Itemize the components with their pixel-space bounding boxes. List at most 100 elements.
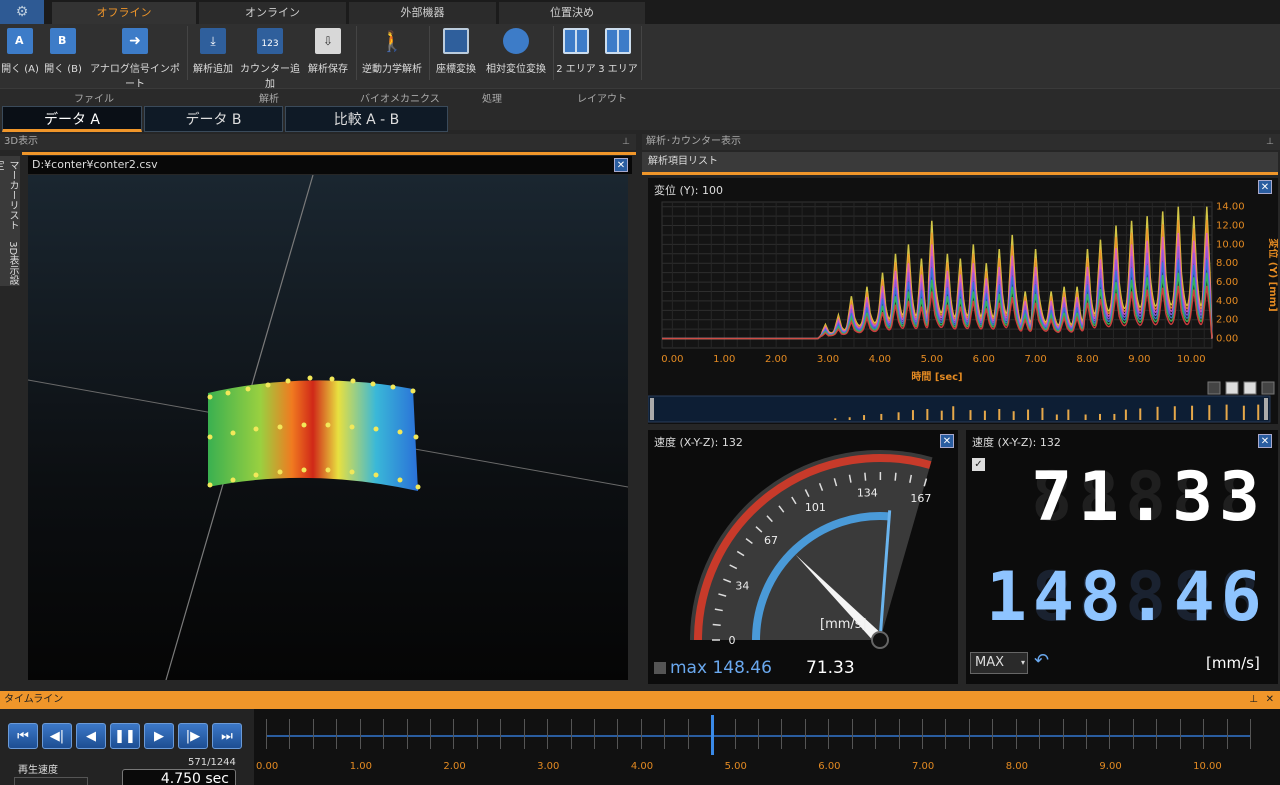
add-counter-label: カウンター追加: [240, 64, 300, 90]
list-header[interactable]: 解析項目リスト: [642, 152, 1278, 172]
viewport-3d[interactable]: [28, 175, 628, 680]
tab-compare-a-b[interactable]: 比較 A - B: [285, 106, 448, 132]
timeline-tick: [383, 719, 385, 749]
x-tick-label: 9.00: [1128, 354, 1150, 365]
add-counter-button[interactable]: 123 カウンター追加: [238, 24, 302, 90]
tab-external-devices[interactable]: 外部機器: [349, 2, 497, 24]
relative-disp-label: 相対変位変換: [486, 64, 546, 75]
three-area-icon: [605, 28, 631, 54]
undo-icon[interactable]: ↶: [1034, 650, 1049, 671]
y-tick-label: 14.00: [1216, 202, 1245, 213]
close-digital-icon[interactable]: ✕: [1258, 434, 1272, 448]
tab-offline[interactable]: オフライン: [52, 2, 197, 24]
step-back-icon[interactable]: ◀|: [42, 723, 72, 749]
tab-online[interactable]: オンライン: [199, 2, 347, 24]
gauge-tick: [712, 623, 721, 626]
two-area-icon: [563, 28, 589, 54]
close-3d-icon[interactable]: ✕: [614, 158, 628, 172]
timeline-tick: [968, 719, 970, 749]
pin-icon[interactable]: ⊥: [1266, 134, 1274, 150]
layout-2area-button[interactable]: 2 エリア: [556, 24, 596, 75]
close-gauge-icon[interactable]: ✕: [940, 434, 954, 448]
mode-select[interactable]: MAX ▾: [970, 652, 1028, 674]
timeline-tick: [992, 719, 994, 749]
area2-label: 2 エリア: [556, 64, 596, 75]
play-icon[interactable]: ▶: [144, 723, 174, 749]
timeline-tick: [781, 719, 783, 749]
analog-import-button[interactable]: ➜ アナログ信号インポート: [86, 24, 184, 90]
skip-to-end-icon[interactable]: ⏭: [212, 723, 242, 749]
side-tab-marker-list[interactable]: マーカーリスト: [7, 160, 18, 230]
x-tick-label: 2.00: [765, 354, 787, 365]
timeline-tick: [476, 719, 478, 749]
timeline-tick: [523, 719, 525, 749]
digital-header: 速度 (X-Y-Z): 132: [972, 436, 1061, 449]
close-timeline-icon[interactable]: ✕: [1266, 691, 1274, 709]
tab-positioning[interactable]: 位置決め: [499, 2, 646, 24]
timeline-tick: [640, 719, 642, 749]
timeline-tick: [1203, 719, 1205, 749]
timeline-tick-label: 0.00: [256, 761, 279, 772]
coord-transform-label: 座標変換: [436, 64, 476, 75]
save-analysis-button[interactable]: ⇩ 解析保存: [304, 24, 352, 75]
analog-import-label: アナログ信号インポート: [90, 64, 180, 90]
y-tick-label: 12.00: [1216, 221, 1245, 232]
save-analysis-label: 解析保存: [308, 64, 348, 75]
timeline-tick: [664, 719, 666, 749]
panel-3d-header: 3D表示 ⊥: [0, 134, 636, 150]
time-display[interactable]: 4.750 sec: [122, 769, 236, 785]
timeline-track[interactable]: 0.00 1.00 2.00 3.00 4.00 5.00 6.00 7.00 8.00 9.00…: [254, 709, 1280, 785]
speed-select[interactable]: [14, 777, 88, 785]
mode-select-value: MAX: [975, 655, 1005, 670]
x-tick-label: 0.00: [661, 354, 683, 365]
x-tick-label: 8.00: [1076, 354, 1098, 365]
timeline-playhead[interactable]: [711, 715, 715, 755]
timeline-tick: [1039, 719, 1041, 749]
skip-to-start-icon[interactable]: ⏮: [8, 723, 38, 749]
max-checkbox[interactable]: [654, 662, 666, 674]
gauge-header: 速度 (X-Y-Z): 132: [654, 436, 743, 449]
line-chart[interactable]: 0.00 1.00 2.00 3.00 4.00 5.00 6.00 7.00 8.00 9.00…: [648, 196, 1278, 424]
timeline-tick: [687, 719, 689, 749]
timeline-tick-label: 4.00: [630, 761, 654, 772]
timeline-tick: [266, 719, 267, 749]
digital-panel: 速度 (X-Y-Z): 132 ✕ ✓ 88888 71.33 88888 14…: [966, 430, 1278, 684]
timeline-tick: [804, 719, 806, 749]
timeline-tick: [875, 719, 877, 749]
layout-3area-button[interactable]: 3 エリア: [598, 24, 638, 75]
timeline-tick-label: 6.00: [818, 761, 841, 772]
timeline-header: タイムライン ⊥ ✕: [0, 691, 1280, 709]
close-chart-icon[interactable]: ✕: [1258, 180, 1272, 194]
settings-gear-icon[interactable]: ⚙: [0, 0, 44, 24]
analysis-list-title: 解析項目リスト: [648, 156, 718, 167]
tab-data-a[interactable]: データ A: [2, 106, 142, 132]
pin-icon[interactable]: ⊥: [1249, 691, 1258, 709]
open-b-button[interactable]: B 開く (B): [42, 24, 84, 75]
play-reverse-icon[interactable]: ◀: [76, 723, 106, 749]
counter-123-icon: 123: [257, 28, 283, 54]
gauge-max-label: max 148.46: [670, 658, 772, 678]
relative-disp-button[interactable]: 相対変位変換: [482, 24, 550, 75]
inverse-dynamics-button[interactable]: 🚶 逆動力学解析: [358, 24, 426, 75]
timeline-tick: [758, 719, 759, 749]
open-a-button[interactable]: A 開く (A): [0, 24, 40, 75]
gauge-tick: [864, 472, 867, 481]
digital-checkbox[interactable]: ✓: [972, 458, 985, 471]
timeline-tick: [945, 719, 947, 749]
x-tick-label: 7.00: [1024, 354, 1046, 365]
overview-handle-right: [1264, 398, 1268, 420]
step-forward-icon[interactable]: |▶: [178, 723, 208, 749]
file-path-bar: D:¥conter¥conter2.csv: [28, 156, 632, 174]
x-tick-label: 3.00: [817, 354, 839, 365]
pin-icon[interactable]: ⊥: [622, 134, 630, 150]
x-tick-label: 6.00: [973, 354, 995, 365]
pause-icon[interactable]: ❚❚: [110, 723, 140, 749]
tab-data-b[interactable]: データ B: [144, 106, 283, 132]
panel-analysis-header: 解析･カウンター表示 ⊥: [642, 134, 1280, 150]
add-analysis-button[interactable]: ⤓ 解析追加: [190, 24, 236, 75]
timeline-tick: [1062, 719, 1064, 749]
coord-transform-button[interactable]: 座標変換: [432, 24, 480, 75]
group-biomechanics: バイオメカニクス: [360, 94, 440, 105]
timeline-tick: [898, 719, 900, 749]
inverse-dynamics-label: 逆動力学解析: [362, 64, 422, 75]
